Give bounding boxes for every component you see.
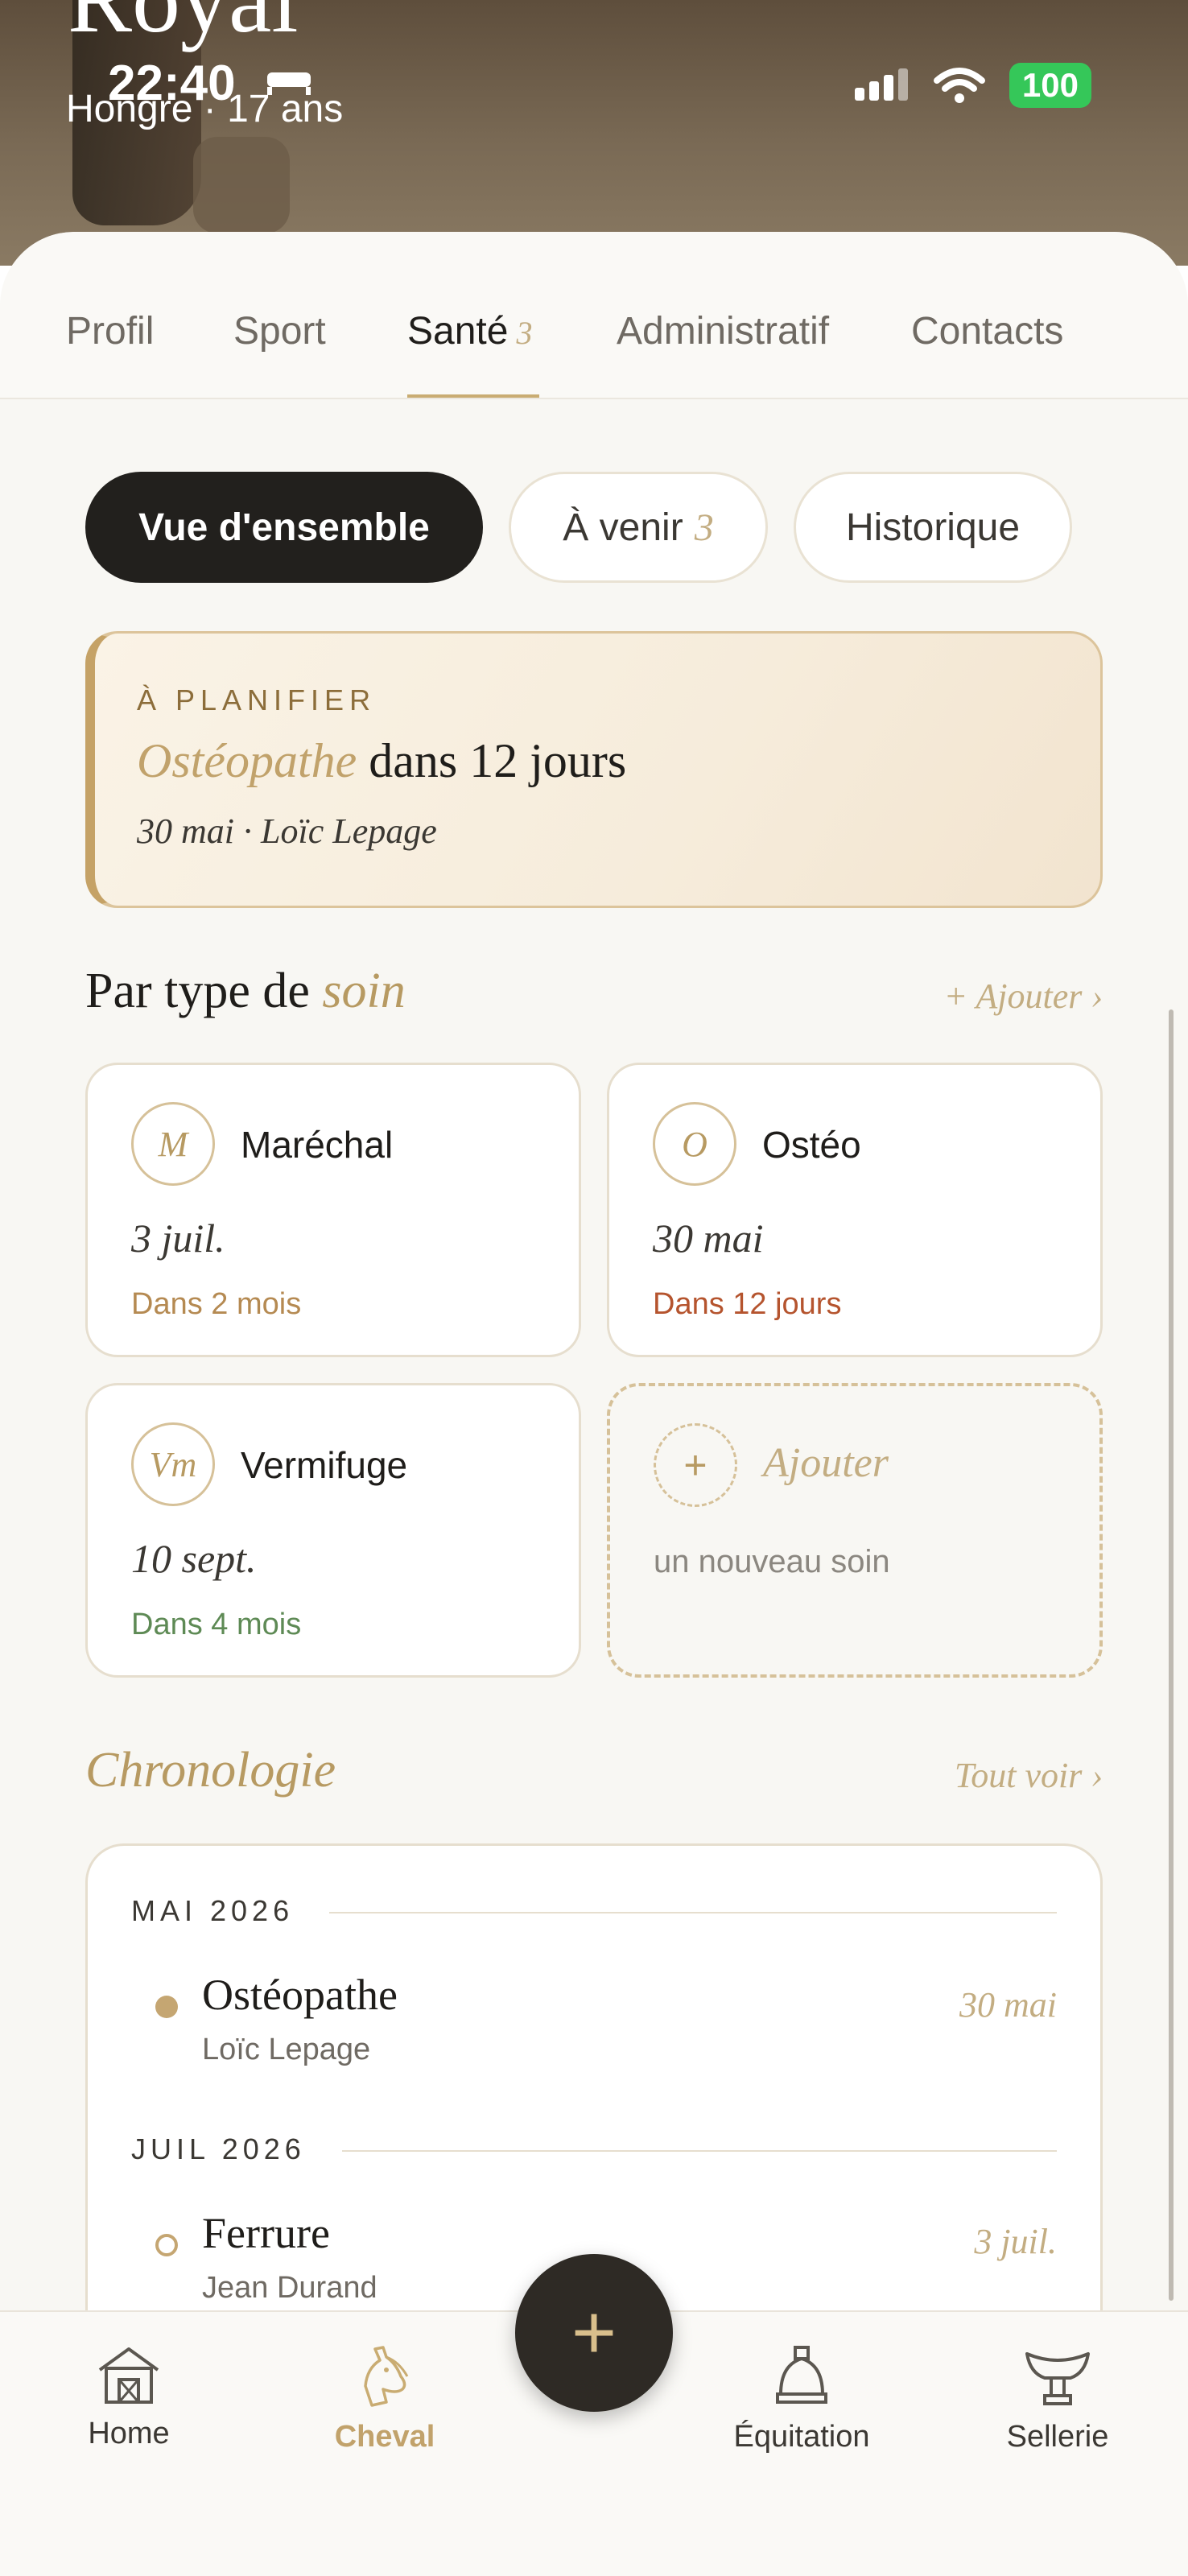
battery-indicator: 100 <box>1009 63 1091 108</box>
horse-head-icon <box>364 2346 409 2407</box>
content-sheet: Profil Sport Santé 3 Administratif Contac… <box>0 232 1188 2576</box>
add-care-note: un nouveau soin <box>654 1544 890 1579</box>
event-date: 30 mai <box>959 1985 1057 2025</box>
add-care-label: Ajouter <box>763 1440 889 1486</box>
care-card-vermifuge[interactable]: Vm Vermifuge 10 sept. Dans 4 mois <box>85 1383 581 1678</box>
timeline-dot-hollow <box>155 2234 178 2256</box>
segment-label: Vue d'ensemble <box>138 506 430 549</box>
saddle-icon <box>1025 2352 1090 2405</box>
care-name: Vermifuge <box>241 1444 408 1486</box>
plus-icon: + <box>571 2289 617 2376</box>
stirrup-icon <box>776 2346 827 2404</box>
active-tab-indicator <box>407 394 539 398</box>
nav-label: Équitation <box>733 2420 870 2454</box>
plan-kicker: À PLANIFIER <box>137 683 377 716</box>
care-name: Ostéo <box>762 1124 861 1166</box>
care-due: Dans 4 mois <box>131 1608 302 1641</box>
hero-header: Royal Hongre · 17 ans 22:40 100 <box>0 0 1188 266</box>
cellular-signal-icon <box>854 68 908 101</box>
segment-history[interactable]: Historique <box>794 472 1072 583</box>
timeline-month: JUIL 2026 <box>131 2132 306 2165</box>
care-due: Dans 12 jours <box>653 1287 842 1321</box>
plus-icon: + <box>654 1423 737 1507</box>
tab-label: Santé <box>407 310 509 353</box>
care-date: 30 mai <box>653 1216 764 1261</box>
see-all-link[interactable]: Tout voir › <box>955 1755 1103 1796</box>
tab-administratif[interactable]: Administratif <box>617 309 829 353</box>
nav-cheval[interactable]: Cheval <box>304 2344 465 2454</box>
nav-sellerie[interactable]: Sellerie <box>977 2344 1138 2454</box>
timeline-dot-filled <box>155 1996 178 2018</box>
add-care-link[interactable]: + Ajouter › <box>943 976 1103 1017</box>
tab-badge: 3 <box>516 315 533 351</box>
care-date: 3 juil. <box>131 1216 225 1261</box>
event-person: Loïc Lepage <box>202 2033 371 2066</box>
tab-contacts[interactable]: Contacts <box>911 309 1063 353</box>
status-time: 22:40 <box>108 56 236 111</box>
care-title-plain: Par type de <box>85 964 310 1018</box>
plan-title-accent: Ostéopathe <box>137 734 357 787</box>
care-card-osteo[interactable]: O Ostéo 30 mai Dans 12 jours <box>607 1063 1103 1357</box>
care-initial-badge: M <box>131 1102 215 1186</box>
care-title-accent: soin <box>322 964 406 1018</box>
event-title: Ostéopathe <box>202 1971 398 2019</box>
tab-label: Sport <box>233 310 326 353</box>
event-person: Jean Durand <box>202 2271 377 2305</box>
segment-overview[interactable]: Vue d'ensemble <box>85 472 483 583</box>
tab-bar: Profil Sport Santé 3 Administratif Contac… <box>0 232 1188 399</box>
event-title: Ferrure <box>202 2209 330 2257</box>
tab-sante[interactable]: Santé 3 <box>407 309 532 353</box>
tab-label: Contacts <box>911 310 1064 353</box>
horse-name: Royal <box>68 0 299 55</box>
wifi-icon <box>933 68 985 103</box>
care-card-marechal[interactable]: M Maréchal 3 juil. Dans 2 mois <box>85 1063 581 1357</box>
nav-label: Home <box>88 2417 170 2450</box>
segment-upcoming[interactable]: À venir 3 <box>509 472 768 583</box>
tab-sport[interactable]: Sport <box>233 309 326 353</box>
sleep-focus-icon <box>267 72 311 95</box>
segment-label: À venir <box>563 506 683 549</box>
tab-label: Profil <box>66 310 155 353</box>
add-fab-button[interactable]: + <box>515 2254 673 2412</box>
plan-title: Ostéopathe dans 12 jours <box>137 733 626 789</box>
tab-label: Administratif <box>617 310 830 353</box>
plan-card[interactable]: À PLANIFIER Ostéopathe dans 12 jours 30 … <box>85 631 1103 908</box>
event-date: 3 juil. <box>974 2222 1057 2261</box>
barn-icon <box>98 2347 159 2404</box>
status-icons: 100 <box>853 63 1091 108</box>
month-divider <box>342 2150 1057 2152</box>
plan-subtitle: 30 mai · Loïc Lepage <box>137 811 437 851</box>
segment-label: Historique <box>845 506 1021 549</box>
care-section-title: Par type de soin <box>85 963 406 1020</box>
nav-label: Cheval <box>334 2420 435 2454</box>
segment-badge: 3 <box>694 506 714 549</box>
add-care-card[interactable]: + Ajouter un nouveau soin <box>607 1383 1103 1678</box>
care-name: Maréchal <box>241 1124 394 1166</box>
month-divider <box>329 1912 1057 1913</box>
nav-home[interactable]: Home <box>48 2344 209 2451</box>
care-initial-badge: Vm <box>131 1422 215 1506</box>
scrollbar[interactable] <box>1169 1009 1174 2301</box>
care-due: Dans 2 mois <box>131 1287 302 1321</box>
plan-title-rest: dans 12 jours <box>369 734 627 787</box>
nav-label: Sellerie <box>1006 2420 1109 2454</box>
care-date: 10 sept. <box>131 1536 257 1581</box>
chronology-title: Chronologie <box>85 1743 336 1798</box>
nav-equitation[interactable]: Équitation <box>721 2344 882 2454</box>
timeline-month: MAI 2026 <box>131 1894 295 1927</box>
tab-profil[interactable]: Profil <box>66 309 154 353</box>
care-initial-badge: O <box>653 1102 736 1186</box>
